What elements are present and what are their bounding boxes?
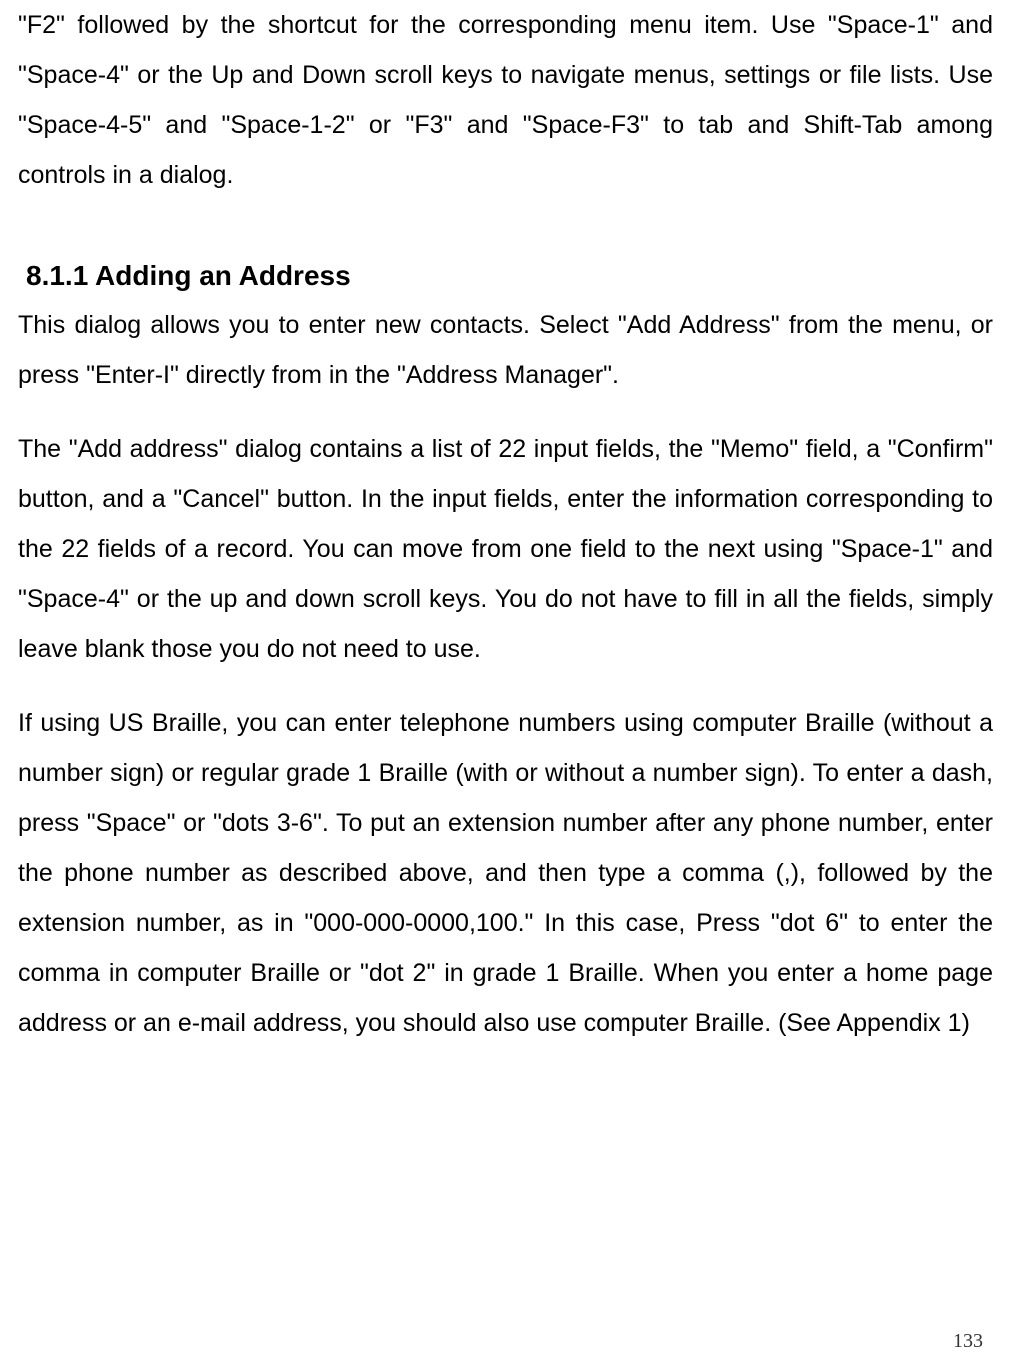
section-heading: 8.1.1 Adding an Address — [18, 260, 993, 292]
body-paragraph: If using US Braille, you can enter telep… — [18, 698, 993, 1048]
page-number: 133 — [953, 1330, 983, 1353]
document-content: "F2" followed by the shortcut for the co… — [18, 0, 993, 1048]
body-paragraph: This dialog allows you to enter new cont… — [18, 300, 993, 400]
body-paragraph: "F2" followed by the shortcut for the co… — [18, 0, 993, 200]
body-paragraph: The "Add address" dialog contains a list… — [18, 424, 993, 674]
